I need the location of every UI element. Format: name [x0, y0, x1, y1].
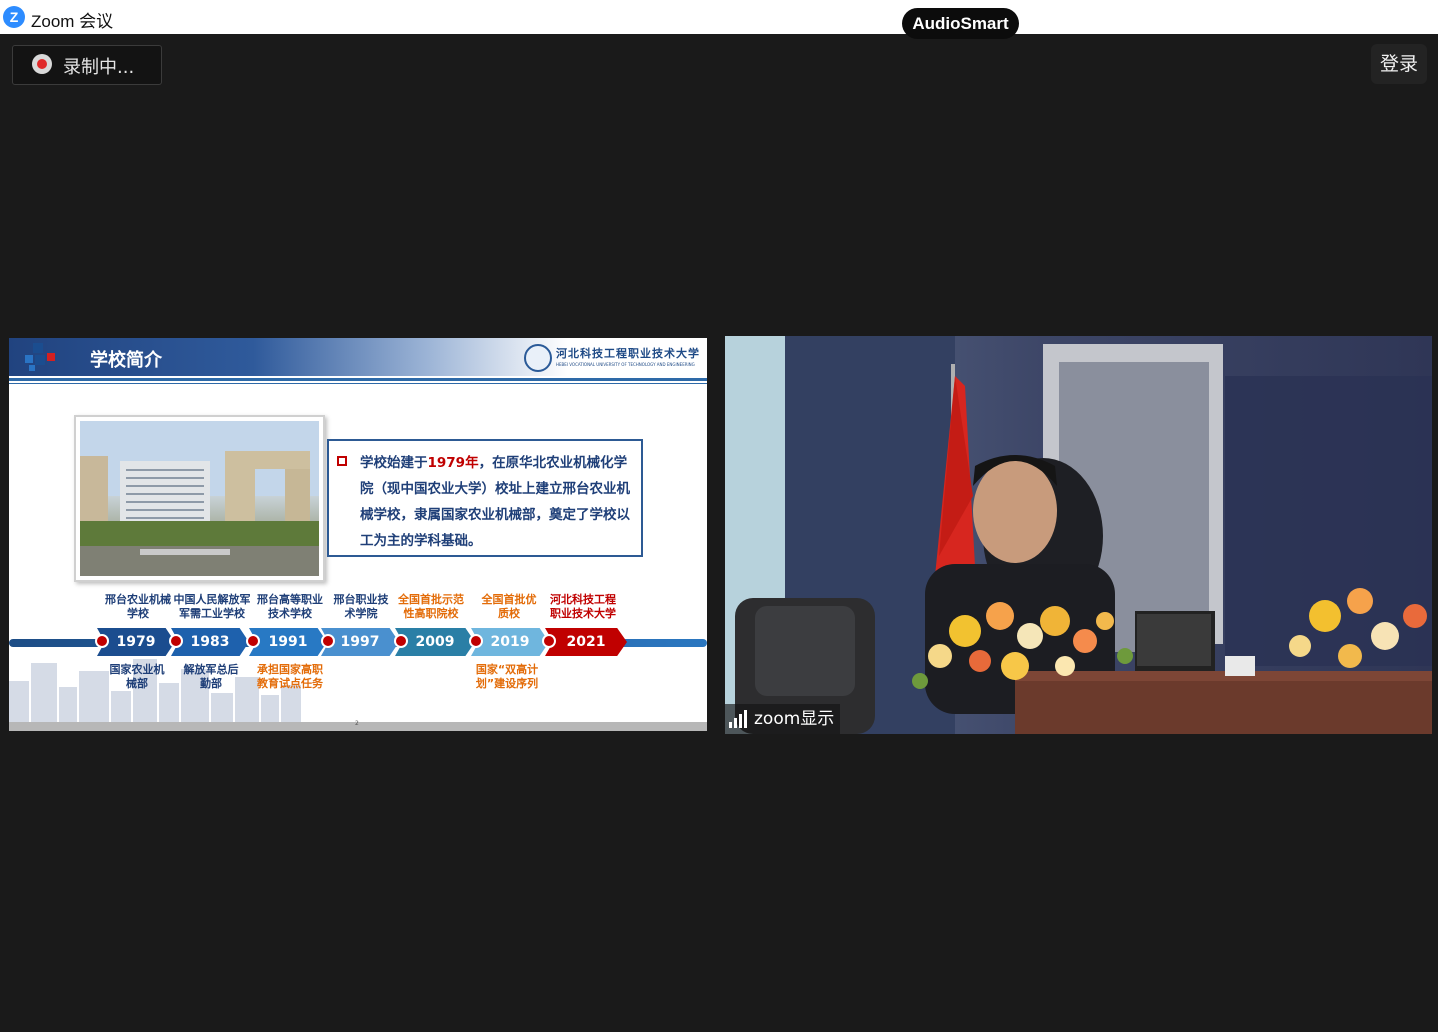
signal-strength-icon: [729, 710, 747, 728]
university-subtitle: HEBEI VOCATIONAL UNIVERSITY OF TECHNOLOG…: [556, 362, 695, 367]
participant-video[interactable]: zoom显示: [725, 336, 1432, 734]
slide-logo-icon: [25, 343, 59, 371]
participant-name: zoom显示: [754, 709, 835, 729]
timeline-dot: [542, 634, 556, 648]
bullet-square-icon: [337, 456, 347, 466]
timeline-top-label: 全国首批优质校: [481, 593, 537, 620]
timeline-bottom-label: 国家“双高计划”建设序列: [475, 663, 539, 690]
timeline-top-label: 全国首批示范性高职院校: [398, 593, 464, 620]
shared-screen-slide: 学校简介 河北科技工程职业技术大学 HEBEI VOCATIONAL UNIVE…: [9, 338, 707, 731]
header-divider: [9, 378, 707, 381]
timeline-top-label: 中国人民解放军军需工业学校: [173, 593, 251, 620]
timeline-top-label: 邢台农业机械学校: [105, 593, 171, 620]
intro-text: 学校始建于1979年，在原华北农业机械化学院（现中国农业大学）校址上建立邢台农业…: [360, 455, 630, 549]
timeline-dot: [469, 634, 483, 648]
timeline-dot: [169, 634, 183, 648]
audiosmart-badge[interactable]: AudioSmart: [902, 8, 1019, 39]
timeline-dot: [321, 634, 335, 648]
timeline-dot: [246, 634, 260, 648]
title-bar: Z Zoom 会议: [0, 0, 1438, 34]
recording-indicator[interactable]: 录制中...: [12, 45, 162, 85]
record-icon: [32, 54, 52, 74]
participant-name-tag: zoom显示: [725, 704, 841, 734]
timeline-bottom-label: 解放军总后勤部: [183, 663, 239, 690]
founding-year-highlight: 1979年: [427, 455, 479, 471]
app-title: Zoom 会议: [31, 12, 114, 31]
header-divider-thin: [9, 383, 707, 384]
timeline-bottom-label: 国家农业机械部: [109, 663, 165, 690]
timeline-bottom-label: 承担国家高职教育试点任务: [257, 663, 323, 690]
timeline-dot: [394, 634, 408, 648]
zoom-logo-icon: Z: [3, 6, 25, 28]
university-name: 河北科技工程职业技术大学: [556, 347, 700, 360]
intro-textbox: 学校始建于1979年，在原华北农业机械化学院（现中国农业大学）校址上建立邢台农业…: [327, 439, 643, 557]
timeline-top-label: 邢台职业技术学院: [333, 593, 389, 620]
timeline-top-label: 河北科技工程职业技术大学: [550, 593, 616, 620]
recording-label: 录制中...: [63, 57, 135, 78]
timeline-dot: [95, 634, 109, 648]
campus-photo-frame: [74, 415, 325, 582]
timeline-year-1991: 1991: [249, 628, 327, 656]
timeline-year-2021: 2021: [545, 628, 627, 656]
timeline-top-label: 邢台高等职业技术学校: [257, 593, 323, 620]
login-button[interactable]: 登录: [1371, 44, 1427, 84]
slide-title: 学校简介: [90, 350, 162, 371]
campus-gate-photo: [80, 421, 319, 576]
speaker-video-frame: [725, 336, 1432, 734]
university-emblem-icon: [524, 344, 552, 372]
slide-page-number: 2: [355, 720, 359, 727]
